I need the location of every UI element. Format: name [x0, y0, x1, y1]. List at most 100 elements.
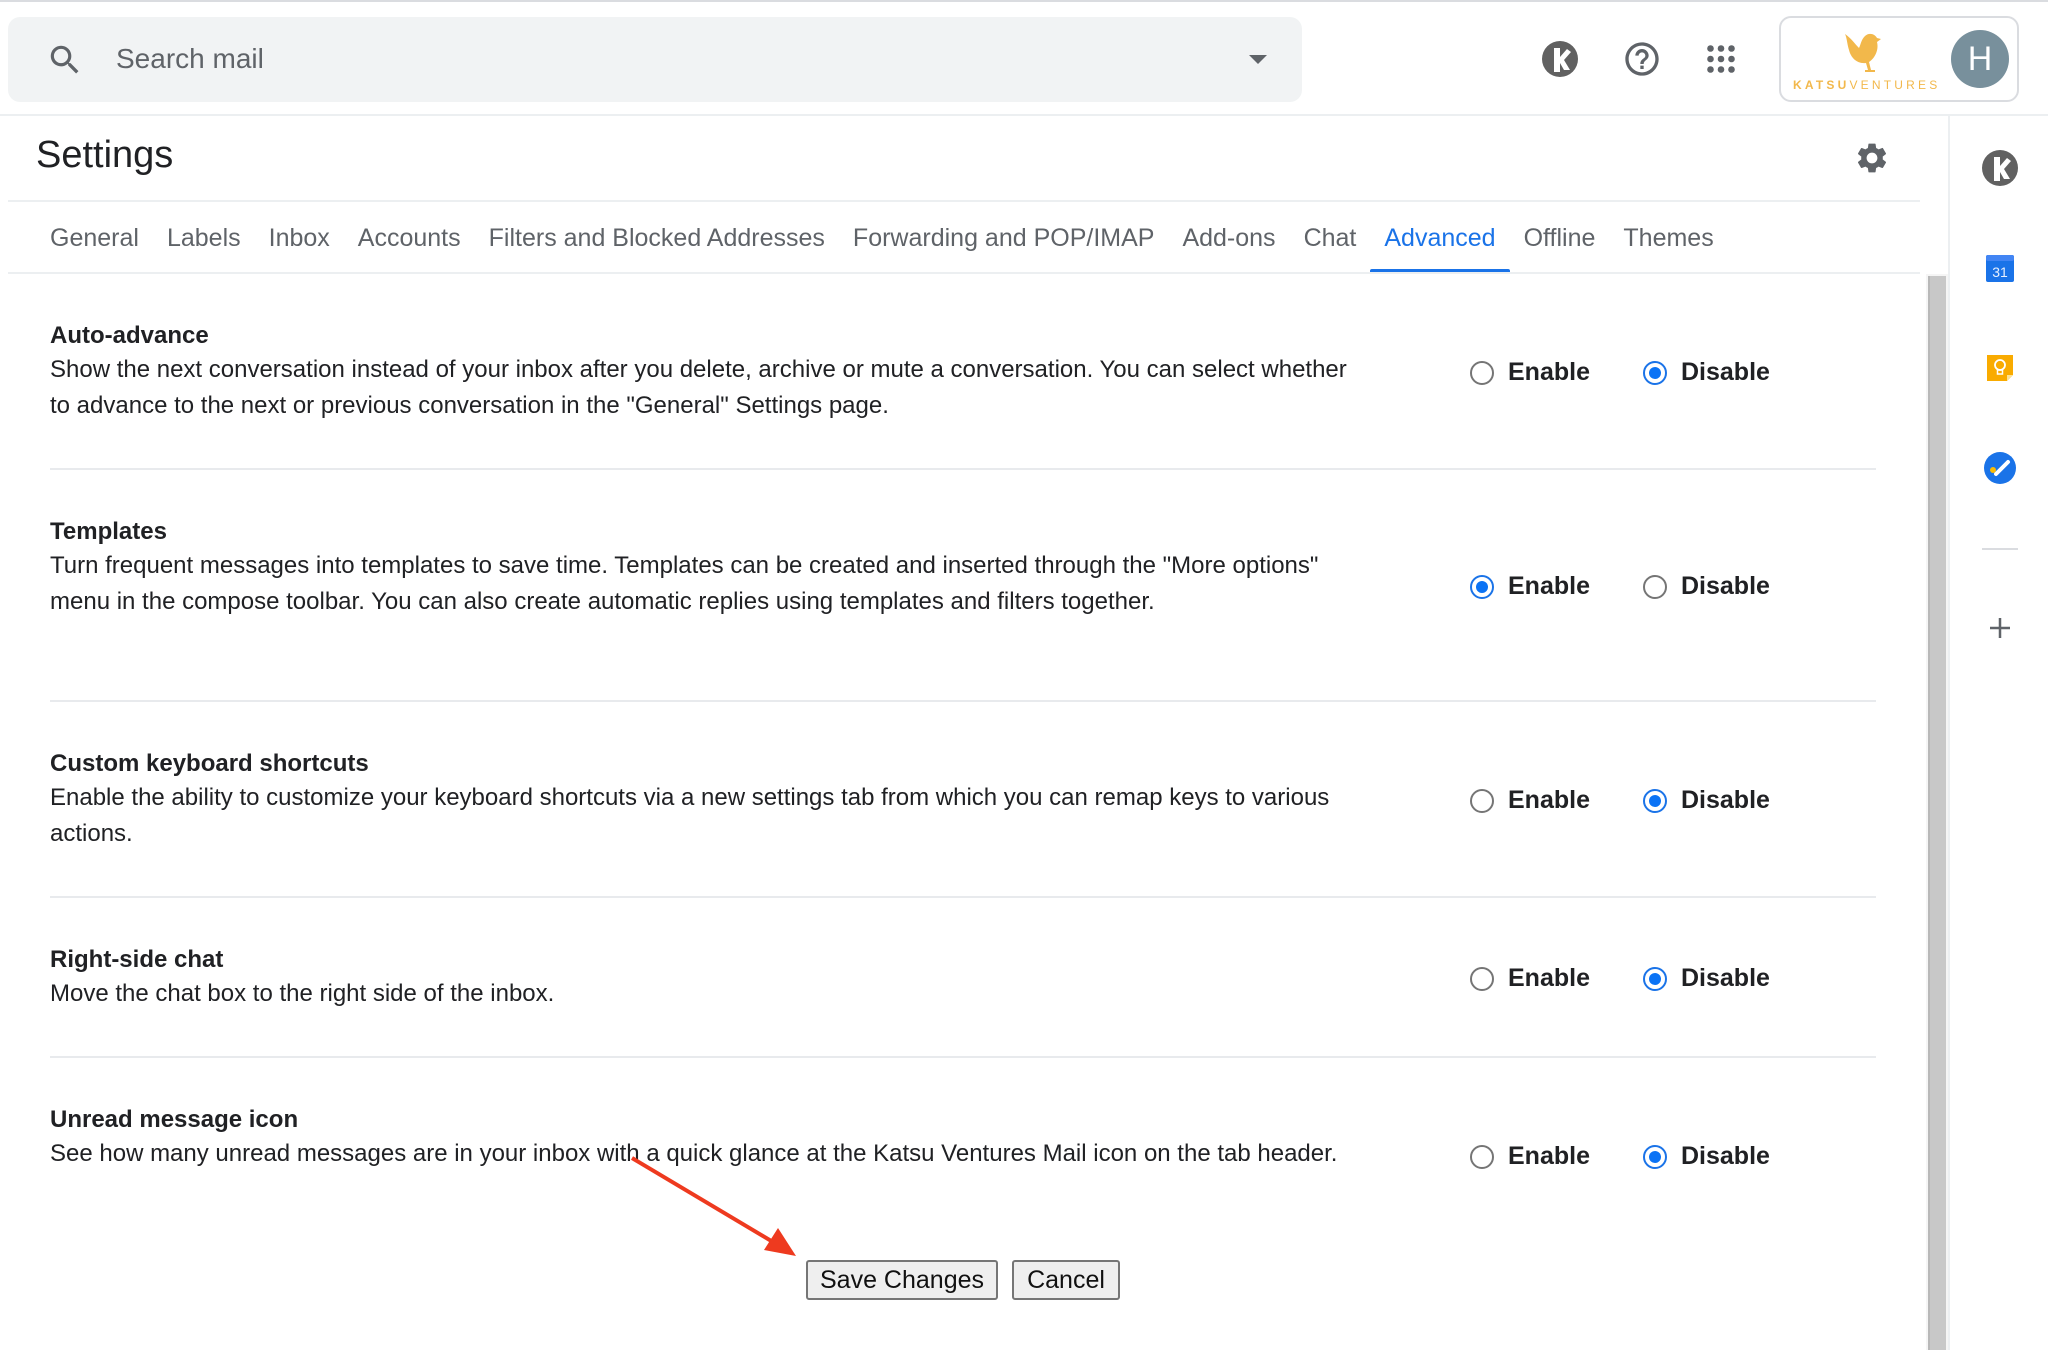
templates-disable-option[interactable]: Disable: [1643, 572, 1770, 601]
setting-name: Custom keyboard shortcuts: [50, 750, 369, 777]
templates-disable-radio[interactable]: [1643, 574, 1667, 599]
setting-templates: Templates Turn frequent messages into te…: [50, 516, 1876, 620]
cancel-button[interactable]: Cancel: [1012, 1260, 1120, 1300]
auto-advance-enable-radio[interactable]: [1470, 360, 1494, 385]
search-options-button[interactable]: [1246, 47, 1270, 71]
katsu-addon-button[interactable]: [1539, 38, 1581, 80]
tab-forwarding[interactable]: Forwarding and POP/IMAP: [839, 210, 1169, 272]
brand-name-bold: KATSU: [1793, 78, 1850, 92]
katsu-k-icon: [1982, 150, 2018, 186]
radio-label: Enable: [1508, 572, 1590, 600]
tab-offline[interactable]: Offline: [1510, 210, 1610, 272]
side-panel-divider: [1982, 548, 2018, 550]
tab-accounts[interactable]: Accounts: [344, 210, 475, 272]
page-title: Settings: [36, 134, 174, 176]
side-keep-button[interactable]: [1978, 346, 2022, 390]
setting-name: Unread message icon: [50, 1106, 299, 1133]
save-changes-button[interactable]: Save Changes: [806, 1260, 998, 1300]
radio-label: Disable: [1681, 572, 1770, 600]
calendar-icon: 31: [1986, 255, 2014, 282]
caret-down-icon: [1249, 54, 1267, 64]
get-addons-button[interactable]: [1978, 606, 2022, 650]
setting-description: Enable the ability to customize your key…: [50, 784, 1330, 847]
auto-advance-enable-option[interactable]: Enable: [1470, 358, 1590, 387]
shortcuts-enable-option[interactable]: Enable: [1470, 786, 1590, 815]
side-tasks-button[interactable]: [1978, 446, 2022, 490]
right-chat-disable-option[interactable]: Disable: [1643, 964, 1770, 993]
radio-label: Enable: [1508, 964, 1590, 992]
katsu-k-icon: [1542, 41, 1578, 77]
scrollbar-thumb[interactable]: [1928, 276, 1946, 1350]
row-divider: [50, 1056, 1876, 1058]
app-header: KATSUVENTURES H: [0, 2, 2048, 116]
setting-auto-advance: Auto-advance Show the next conversation …: [50, 320, 1876, 424]
side-calendar-button[interactable]: 31: [1978, 246, 2022, 290]
radio-label: Enable: [1508, 786, 1590, 814]
auto-advance-disable-radio[interactable]: [1643, 360, 1667, 385]
gear-icon: [1857, 143, 1887, 173]
radio-label: Disable: [1681, 964, 1770, 992]
radio-label: Disable: [1681, 358, 1770, 386]
brand-name: KATSUVENTURES: [1793, 78, 1940, 92]
templates-enable-option[interactable]: Enable: [1470, 572, 1590, 601]
setting-right-side-chat: Right-side chat Move the chat box to the…: [50, 944, 1876, 1012]
unread-icon-disable-radio[interactable]: [1643, 1144, 1667, 1169]
radio-label: Enable: [1508, 358, 1590, 386]
title-divider: [8, 200, 1920, 202]
setting-name: Right-side chat: [50, 946, 224, 973]
tab-chat[interactable]: Chat: [1290, 210, 1371, 272]
avatar[interactable]: H: [1951, 30, 2009, 88]
unread-icon-enable-radio[interactable]: [1470, 1144, 1494, 1169]
search-input[interactable]: [116, 37, 1116, 81]
support-button[interactable]: [1621, 38, 1663, 80]
radio-label: Disable: [1681, 786, 1770, 814]
row-divider: [50, 896, 1876, 898]
help-icon: [1625, 42, 1659, 76]
unread-icon-disable-option[interactable]: Disable: [1643, 1142, 1770, 1171]
arrow-head-icon: [764, 1228, 796, 1256]
right-chat-enable-option[interactable]: Enable: [1470, 964, 1590, 993]
search-icon[interactable]: [46, 41, 84, 79]
side-panel: 31: [1948, 116, 2048, 1350]
setting-name: Auto-advance: [50, 322, 209, 349]
tab-advanced[interactable]: Advanced: [1370, 210, 1510, 273]
avatar-initial: H: [1967, 39, 1993, 78]
right-chat-disable-radio[interactable]: [1643, 966, 1667, 991]
auto-advance-disable-option[interactable]: Disable: [1643, 358, 1770, 387]
tabs-divider: [8, 272, 1920, 274]
tab-inbox[interactable]: Inbox: [255, 210, 344, 272]
settings-gear-button[interactable]: [1854, 140, 1890, 176]
setting-description: Turn frequent messages into templates to…: [50, 552, 1319, 615]
setting-description: See how many unread messages are in your…: [50, 1140, 1338, 1167]
right-chat-enable-radio[interactable]: [1470, 966, 1494, 991]
templates-enable-radio[interactable]: [1470, 574, 1494, 599]
tab-themes[interactable]: Themes: [1609, 210, 1727, 272]
setting-description: Show the next conversation instead of yo…: [50, 356, 1347, 419]
search-bar[interactable]: [8, 17, 1302, 102]
tasks-icon: [1984, 452, 2016, 484]
shortcuts-disable-option[interactable]: Disable: [1643, 786, 1770, 815]
radio-label: Disable: [1681, 1142, 1770, 1170]
tab-filters[interactable]: Filters and Blocked Addresses: [475, 210, 839, 272]
setting-name: Templates: [50, 518, 167, 545]
shortcuts-disable-radio[interactable]: [1643, 788, 1667, 813]
side-katsu-button[interactable]: [1978, 146, 2022, 190]
tab-addons[interactable]: Add-ons: [1168, 210, 1289, 272]
radio-label: Enable: [1508, 1142, 1590, 1170]
setting-description: Move the chat box to the right side of t…: [50, 980, 555, 1007]
apps-grid-icon: [1707, 45, 1735, 73]
brand-name-light: VENTURES: [1849, 78, 1941, 92]
account-switcher[interactable]: KATSUVENTURES H: [1779, 16, 2019, 102]
tab-labels[interactable]: Labels: [153, 210, 255, 272]
tab-general[interactable]: General: [36, 210, 153, 272]
add-icon: [1990, 618, 2010, 638]
svg-text:31: 31: [1992, 264, 2008, 280]
keep-icon: [1987, 355, 2013, 381]
apps-button[interactable]: [1700, 38, 1742, 80]
shortcuts-enable-radio[interactable]: [1470, 788, 1494, 813]
setting-unread-message-icon: Unread message icon See how many unread …: [50, 1104, 1876, 1172]
setting-custom-keyboard-shortcuts: Custom keyboard shortcuts Enable the abi…: [50, 748, 1876, 852]
unread-icon-enable-option[interactable]: Enable: [1470, 1142, 1590, 1171]
row-divider: [50, 468, 1876, 470]
row-divider: [50, 700, 1876, 702]
